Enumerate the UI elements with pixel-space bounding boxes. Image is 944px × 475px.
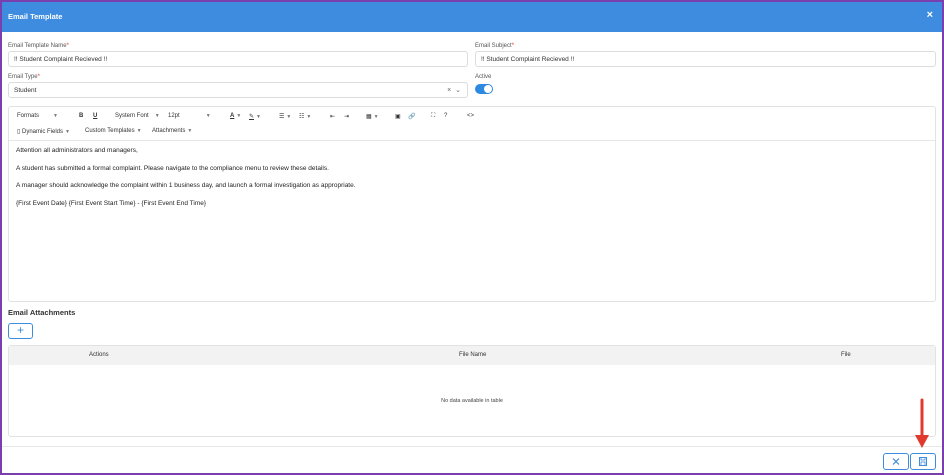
font-family-dropdown[interactable]: System Font ▼ — [115, 113, 160, 119]
subject-label: Email Subject* — [475, 43, 515, 49]
save-button[interactable] — [910, 453, 936, 470]
active-label: Active — [475, 74, 492, 80]
attachments-dropdown[interactable]: Attachments ▼ — [152, 128, 192, 134]
dynamic-fields-dropdown[interactable]: ▯ Dynamic Fields ▼ — [17, 128, 70, 135]
rich-text-editor: Formats ▼ B U System Font ▼ 12pt ▼ A ▼ ✎ ▼ ☰ ▼… — [8, 106, 936, 302]
add-attachment-button[interactable]: + — [8, 323, 33, 339]
x-icon — [892, 458, 900, 465]
save-icon — [919, 457, 927, 466]
column-header-actions[interactable]: Actions — [89, 352, 109, 358]
email-type-label: Email Type* — [8, 74, 40, 80]
source-code-icon[interactable]: <> — [467, 113, 474, 119]
dialog-header: Email Template × — [2, 2, 942, 32]
highlight-color-icon[interactable]: ✎ ▼ — [249, 113, 261, 120]
content-line: A manager should acknowledge the complai… — [16, 182, 356, 189]
toggle-knob — [484, 85, 492, 93]
document-icon: ▯ — [17, 129, 21, 135]
attachments-table: Actions File Name File No data available… — [8, 345, 936, 437]
subject-input[interactable]: !! Student Complaint Recieved !! — [475, 51, 936, 67]
formats-dropdown[interactable]: Formats ▼ — [17, 113, 58, 119]
help-icon[interactable]: ? — [444, 113, 447, 119]
font-size-dropdown[interactable]: 12pt ▼ — [168, 113, 211, 119]
underline-button[interactable]: U — [93, 113, 97, 119]
empty-table-message: No data available in table — [441, 398, 503, 404]
numbered-list-icon[interactable]: ☷ ▼ — [299, 113, 311, 120]
indent-icon[interactable]: ⇥ — [344, 113, 349, 120]
footer-divider — [2, 446, 942, 447]
clear-icon[interactable]: × — [447, 87, 451, 94]
active-toggle[interactable] — [475, 84, 493, 94]
email-type-select[interactable]: Student × ⌄ — [8, 82, 468, 98]
editor-content[interactable]: Attention all administrators and manager… — [16, 147, 356, 217]
editor-toolbar: Formats ▼ B U System Font ▼ 12pt ▼ A ▼ ✎ ▼ ☰ ▼… — [9, 110, 935, 126]
close-icon[interactable]: × — [927, 10, 933, 21]
outdent-icon[interactable]: ⇤ — [330, 113, 335, 120]
chevron-down-icon[interactable]: ⌄ — [455, 87, 461, 94]
link-icon[interactable]: 🔗 — [408, 113, 415, 120]
content-line: {First Event Date} {First Event Start Ti… — [16, 199, 207, 207]
column-header-file[interactable]: File — [841, 352, 851, 358]
fullscreen-icon[interactable]: ⛶ — [431, 113, 435, 120]
content-line: A student has submitted a formal complai… — [16, 164, 329, 172]
select-controls: × ⌄ — [447, 86, 461, 94]
email-type-value: Student — [14, 87, 37, 94]
template-name-label: Email Template Name* — [8, 43, 69, 49]
attachments-title: Email Attachments — [8, 308, 76, 317]
content-line: Attention all administrators and manager… — [16, 147, 138, 154]
cancel-button[interactable] — [883, 453, 909, 470]
editor-toolbar-secondary: ▯ Dynamic Fields ▼ Custom Templates ▼ Atta… — [9, 125, 935, 141]
red-arrow-annotation — [915, 398, 929, 448]
image-icon[interactable]: ▣ — [395, 113, 401, 120]
bullet-list-icon[interactable]: ☰ ▼ — [279, 113, 291, 120]
custom-templates-dropdown[interactable]: Custom Templates ▼ — [85, 128, 142, 134]
column-header-file-name[interactable]: File Name — [459, 352, 486, 358]
template-name-input[interactable]: !! Student Complaint Recieved !! — [8, 51, 468, 67]
dialog-title: Email Template — [8, 12, 63, 21]
table-header: Actions File Name File — [9, 346, 935, 365]
bold-button[interactable]: B — [79, 113, 83, 119]
table-icon[interactable]: ▦ ▼ — [366, 113, 379, 120]
text-color-icon[interactable]: A ▼ — [230, 113, 241, 119]
